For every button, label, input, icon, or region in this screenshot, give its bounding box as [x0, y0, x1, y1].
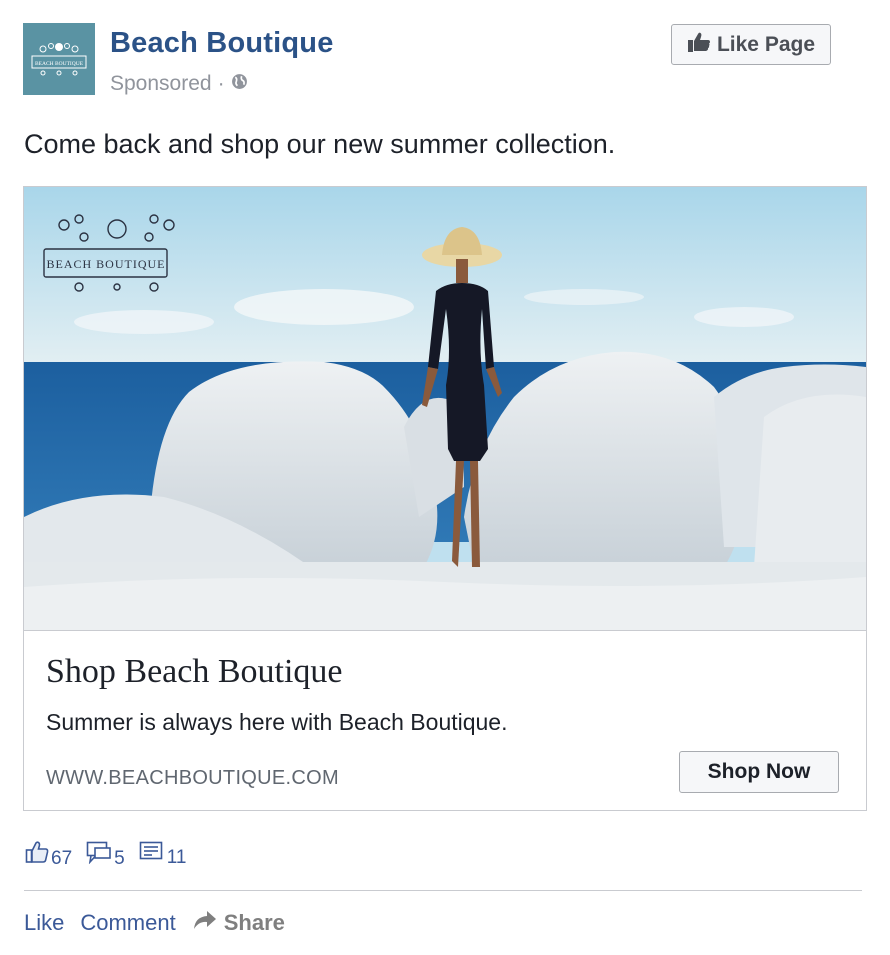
svg-text:BEACH BOUTIQUE: BEACH BOUTIQUE — [47, 257, 166, 271]
card-body[interactable]: Shop Beach Boutique Summer is always her… — [24, 630, 866, 810]
post-meta: Sponsored · — [110, 72, 248, 96]
comments-value: 5 — [114, 848, 125, 869]
sponsored-label[interactable]: Sponsored — [110, 72, 212, 96]
globe-icon — [231, 72, 248, 96]
likes-value: 67 — [51, 848, 73, 869]
page-name[interactable]: Beach Boutique — [110, 27, 334, 60]
share-arrow-icon — [192, 909, 218, 937]
thumbs-up-icon — [687, 31, 711, 59]
like-action[interactable]: Like — [24, 910, 64, 936]
share-label: Share — [223, 910, 285, 935]
actions-divider — [24, 890, 862, 891]
like-page-button[interactable]: Like Page — [671, 24, 831, 65]
hero-image[interactable]: BEACH BOUTIQUE — [24, 187, 866, 630]
shares-value: 11 — [166, 847, 187, 868]
engagement-stats: 67 5 11 — [25, 840, 200, 870]
card-description: Summer is always here with Beach Boutiqu… — [46, 709, 508, 735]
shop-now-button[interactable]: Shop Now — [679, 751, 839, 793]
comments-count[interactable]: 5 — [86, 840, 125, 870]
likes-count[interactable]: 67 — [25, 840, 72, 870]
share-action[interactable]: Share — [192, 909, 285, 937]
link-card[interactable]: BEACH BOUTIQUE Shop Beach Boutique Summe… — [23, 186, 867, 811]
like-icon — [25, 840, 49, 870]
page-avatar[interactable]: BEACH BOUTIQUE — [23, 23, 95, 95]
share-count-icon — [139, 841, 165, 869]
shares-count[interactable]: 11 — [139, 841, 187, 869]
post-text: Come back and shop our new summer collec… — [24, 129, 616, 159]
meta-separator: · — [217, 72, 225, 95]
action-bar: Like Comment Share — [24, 909, 285, 937]
card-headline[interactable]: Shop Beach Boutique — [46, 653, 343, 691]
like-page-label: Like Page — [716, 32, 816, 56]
comment-action[interactable]: Comment — [80, 910, 175, 936]
comment-icon — [86, 840, 112, 870]
card-domain: WWW.BEACHBOUTIQUE.COM — [46, 767, 339, 789]
avatar-logo: BEACH BOUTIQUE — [31, 43, 87, 76]
svg-text:BEACH BOUTIQUE: BEACH BOUTIQUE — [35, 61, 84, 67]
